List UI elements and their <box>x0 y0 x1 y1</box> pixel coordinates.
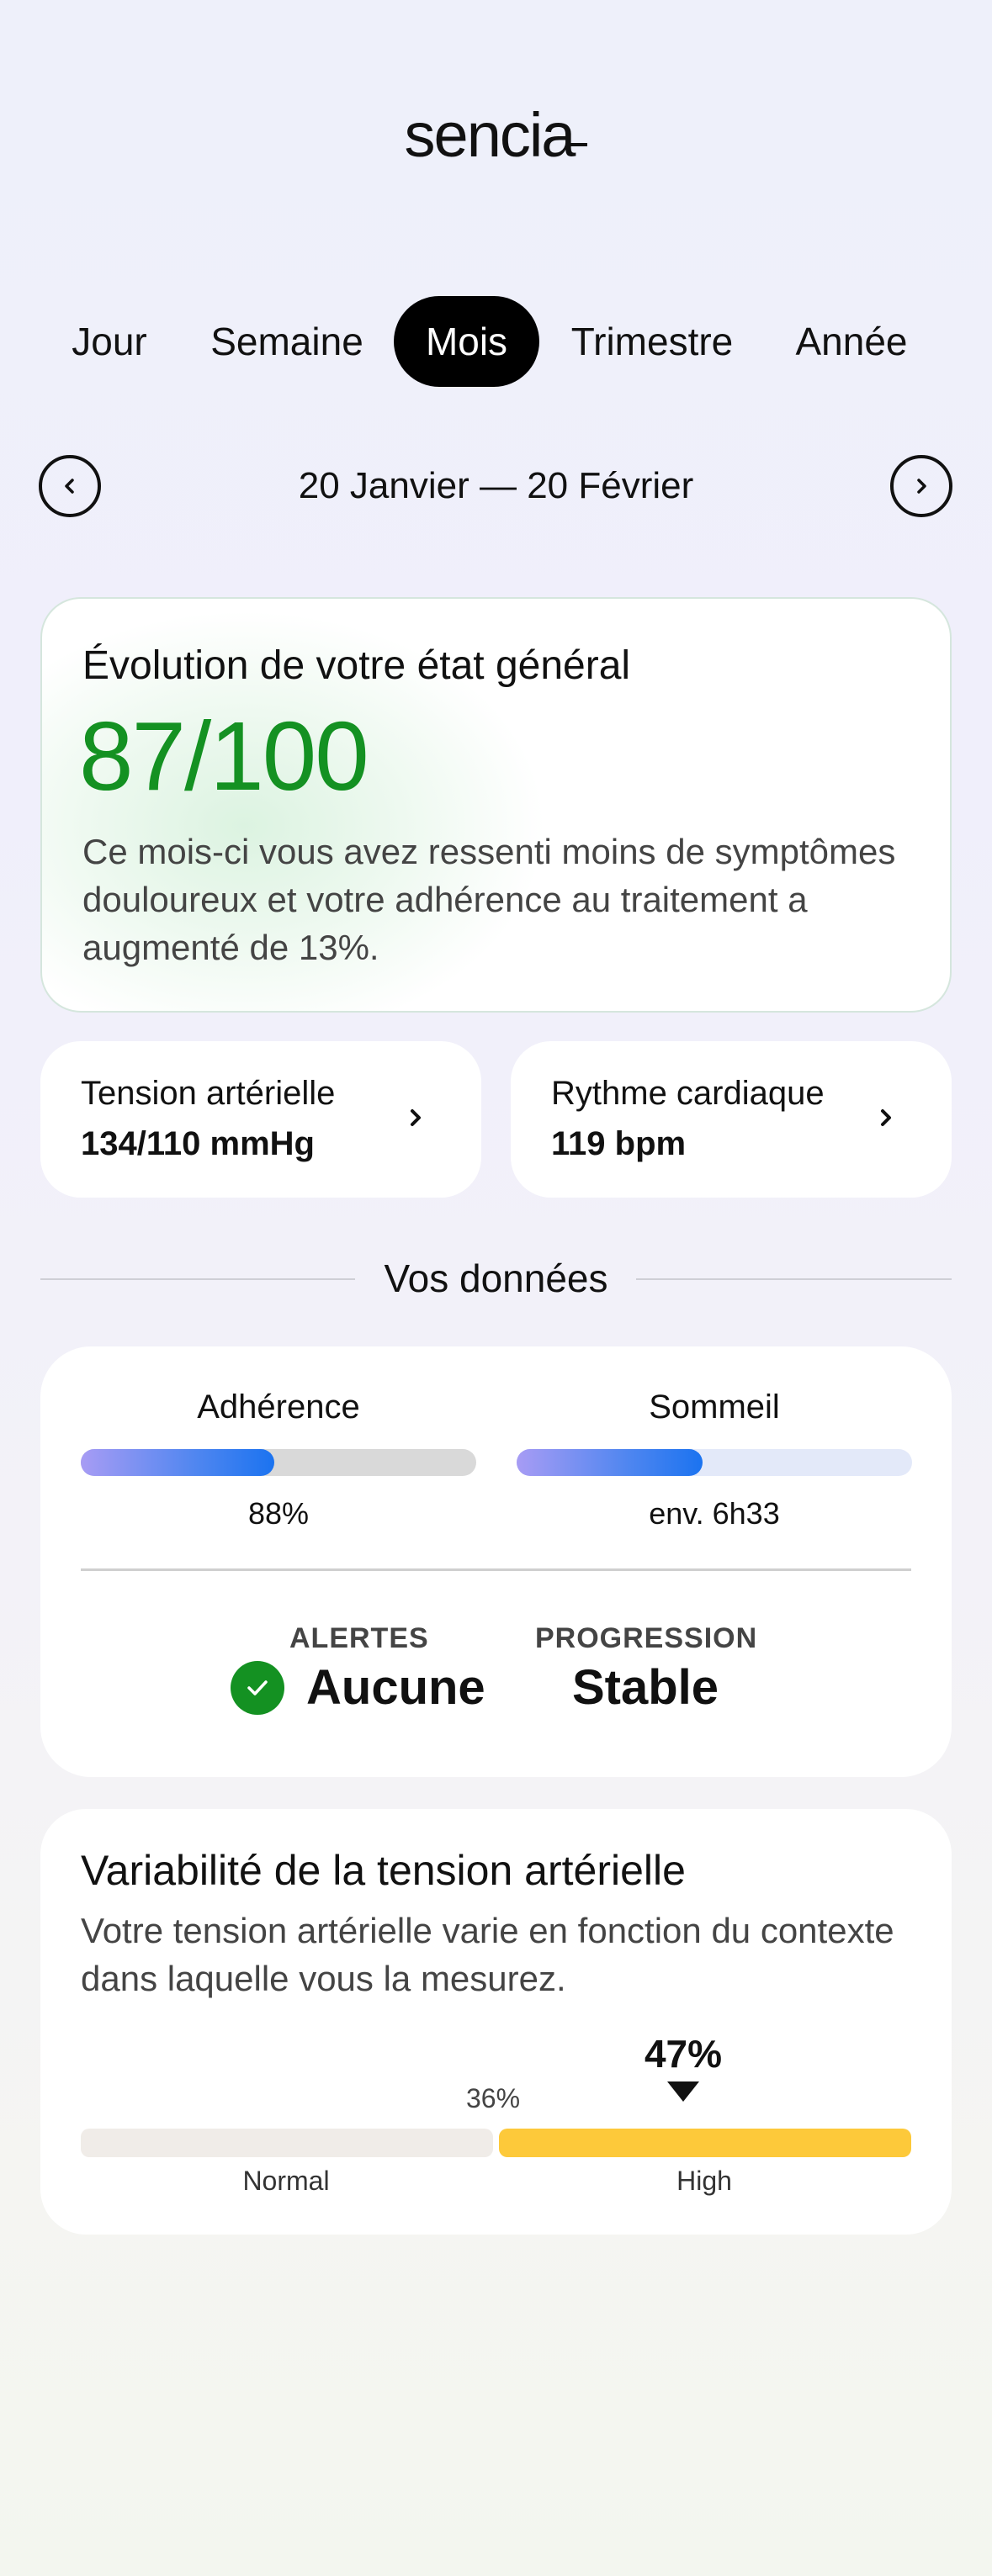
blood-pressure-label: Tension artérielle <box>81 1075 336 1112</box>
adherence-value: 88% <box>247 1496 310 1531</box>
progression-value: Stable <box>572 1660 719 1715</box>
tab-annee[interactable]: Année <box>782 296 920 387</box>
variability-description: Votre tension artérielle varie en foncti… <box>81 1911 894 1998</box>
overview-score: 87/100 <box>79 701 369 811</box>
tab-jour[interactable]: Jour <box>59 296 160 387</box>
adherence-bar-fill <box>81 1449 275 1476</box>
tab-trimestre[interactable]: Trimestre <box>559 296 745 387</box>
segment-normal <box>81 2129 493 2157</box>
sleep-bar <box>517 1449 912 1476</box>
sleep-label: Sommeil <box>649 1389 780 1426</box>
sleep-value: env. 6h33 <box>649 1496 780 1531</box>
segment-normal-label: Normal <box>242 2166 330 2196</box>
variability-title: Variabilité de la tension artérielle <box>81 1847 686 1894</box>
progression-label: PROGRESSION <box>535 1622 758 1654</box>
sencia-logo: sencia <box>0 99 992 171</box>
variability-card: Variabilité de la tension artérielle Vot… <box>40 1809 952 2235</box>
date-range: 20 Janvier — 20 Février <box>298 465 694 506</box>
adherence-label: Adhérence <box>197 1389 360 1426</box>
data-section-header: Vos données <box>0 1253 992 1304</box>
sleep-bar-fill <box>517 1449 703 1476</box>
tab-semaine[interactable]: Semaine <box>199 296 375 387</box>
next-period-button[interactable] <box>890 455 952 517</box>
heart-rate-card[interactable]: Rythme cardiaque 119 bpm <box>511 1041 952 1198</box>
threshold-value: 36% <box>465 2083 521 2113</box>
alerts-value: Aucune <box>306 1660 485 1715</box>
blood-pressure-card[interactable]: Tension artérielle 134/110 mmHg <box>40 1041 481 1198</box>
segment-high <box>499 2129 911 2157</box>
chevron-right-icon <box>881 1109 891 1126</box>
tab-mois[interactable]: Mois <box>394 296 539 387</box>
heart-rate-label: Rythme cardiaque <box>551 1075 825 1112</box>
alerts-label: ALERTES <box>289 1622 429 1654</box>
segment-high-label: High <box>676 2166 732 2196</box>
divider <box>81 1568 911 1571</box>
blood-pressure-value: 134/110 mmHg <box>81 1125 315 1162</box>
overview-description: Ce mois-ci vous avez ressenti moins de s… <box>82 832 896 967</box>
data-card: Adhérence 88% Sommeil env. 6h33 ALERTES … <box>40 1346 952 1777</box>
chevron-right-icon <box>411 1109 421 1126</box>
marker-triangle-icon <box>667 2081 699 2102</box>
adherence-bar <box>81 1449 476 1476</box>
check-icon <box>231 1661 284 1715</box>
chevron-right-icon <box>917 479 926 494</box>
heart-rate-value: 119 bpm <box>551 1125 687 1162</box>
divider <box>636 1278 952 1280</box>
current-value: 47% <box>644 2032 723 2076</box>
period-tabs: Jour Semaine Mois Trimestre Année <box>0 296 992 387</box>
overview-card: Évolution de votre état général 87/100 C… <box>40 597 952 1013</box>
overview-title: Évolution de votre état général <box>82 643 631 688</box>
